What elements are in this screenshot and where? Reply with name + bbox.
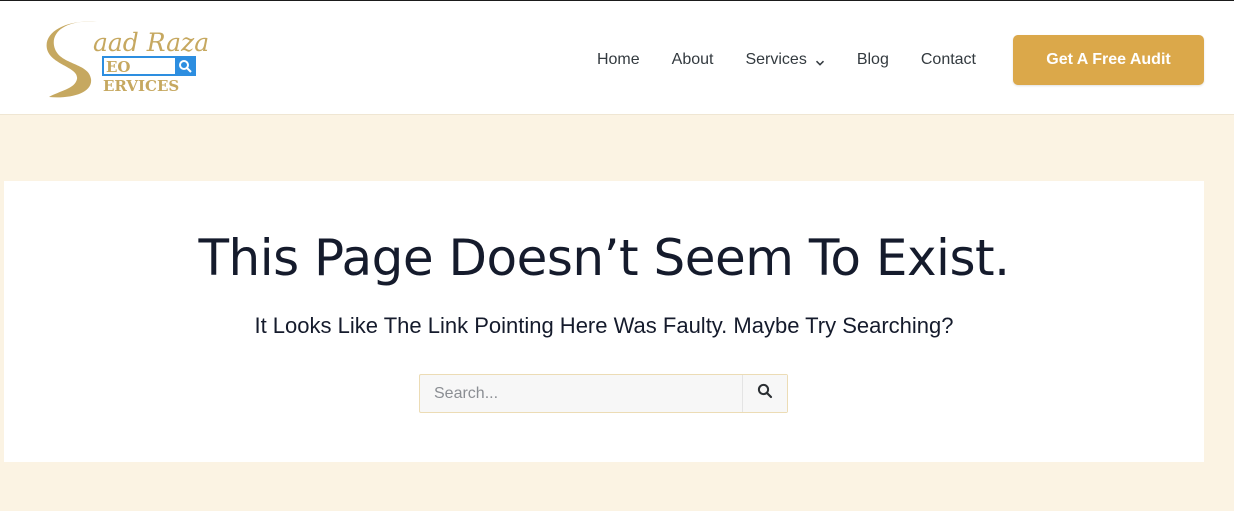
- nav-item-home[interactable]: Home: [597, 51, 640, 69]
- logo-script-text: aad Raza: [93, 28, 209, 57]
- nav-item-label: Home: [596, 51, 640, 68]
- site-logo[interactable]: aad Raza EO ERVICES: [45, 19, 213, 101]
- page-title: This Page Doesn’t Seem To Exist.: [198, 229, 1010, 287]
- nav-item-label: Contact: [920, 51, 976, 68]
- search-button[interactable]: [742, 375, 787, 412]
- main-nav: Home About Services Blog Contact: [597, 47, 976, 73]
- page-subtitle: It Looks Like The Link Pointing Here Was…: [254, 313, 954, 338]
- free-audit-button[interactable]: Get A Free Audit: [1013, 35, 1204, 85]
- search-icon: [757, 383, 773, 404]
- search-input[interactable]: [420, 375, 742, 412]
- search-form: [419, 374, 788, 413]
- nav-item-about[interactable]: About: [672, 51, 714, 69]
- nav-item-label: Blog: [856, 51, 889, 68]
- nav-item-contact[interactable]: Contact: [921, 51, 976, 69]
- site-header: aad Raza EO ERVICES Home About Services …: [0, 0, 1234, 115]
- error-card: This Page Doesn’t Seem To Exist. It Look…: [4, 181, 1204, 462]
- free-audit-button-label: Get A Free Audit: [1046, 51, 1171, 68]
- nav-item-services[interactable]: Services: [745, 51, 824, 69]
- logo-bottom-text: ERVICES: [103, 77, 179, 95]
- nav-item-label: About: [671, 51, 714, 68]
- nav-item-blog[interactable]: Blog: [857, 51, 889, 69]
- logo-box-text: EO: [106, 58, 131, 76]
- nav-item-label: Services: [745, 51, 807, 68]
- chevron-down-icon: [815, 55, 825, 66]
